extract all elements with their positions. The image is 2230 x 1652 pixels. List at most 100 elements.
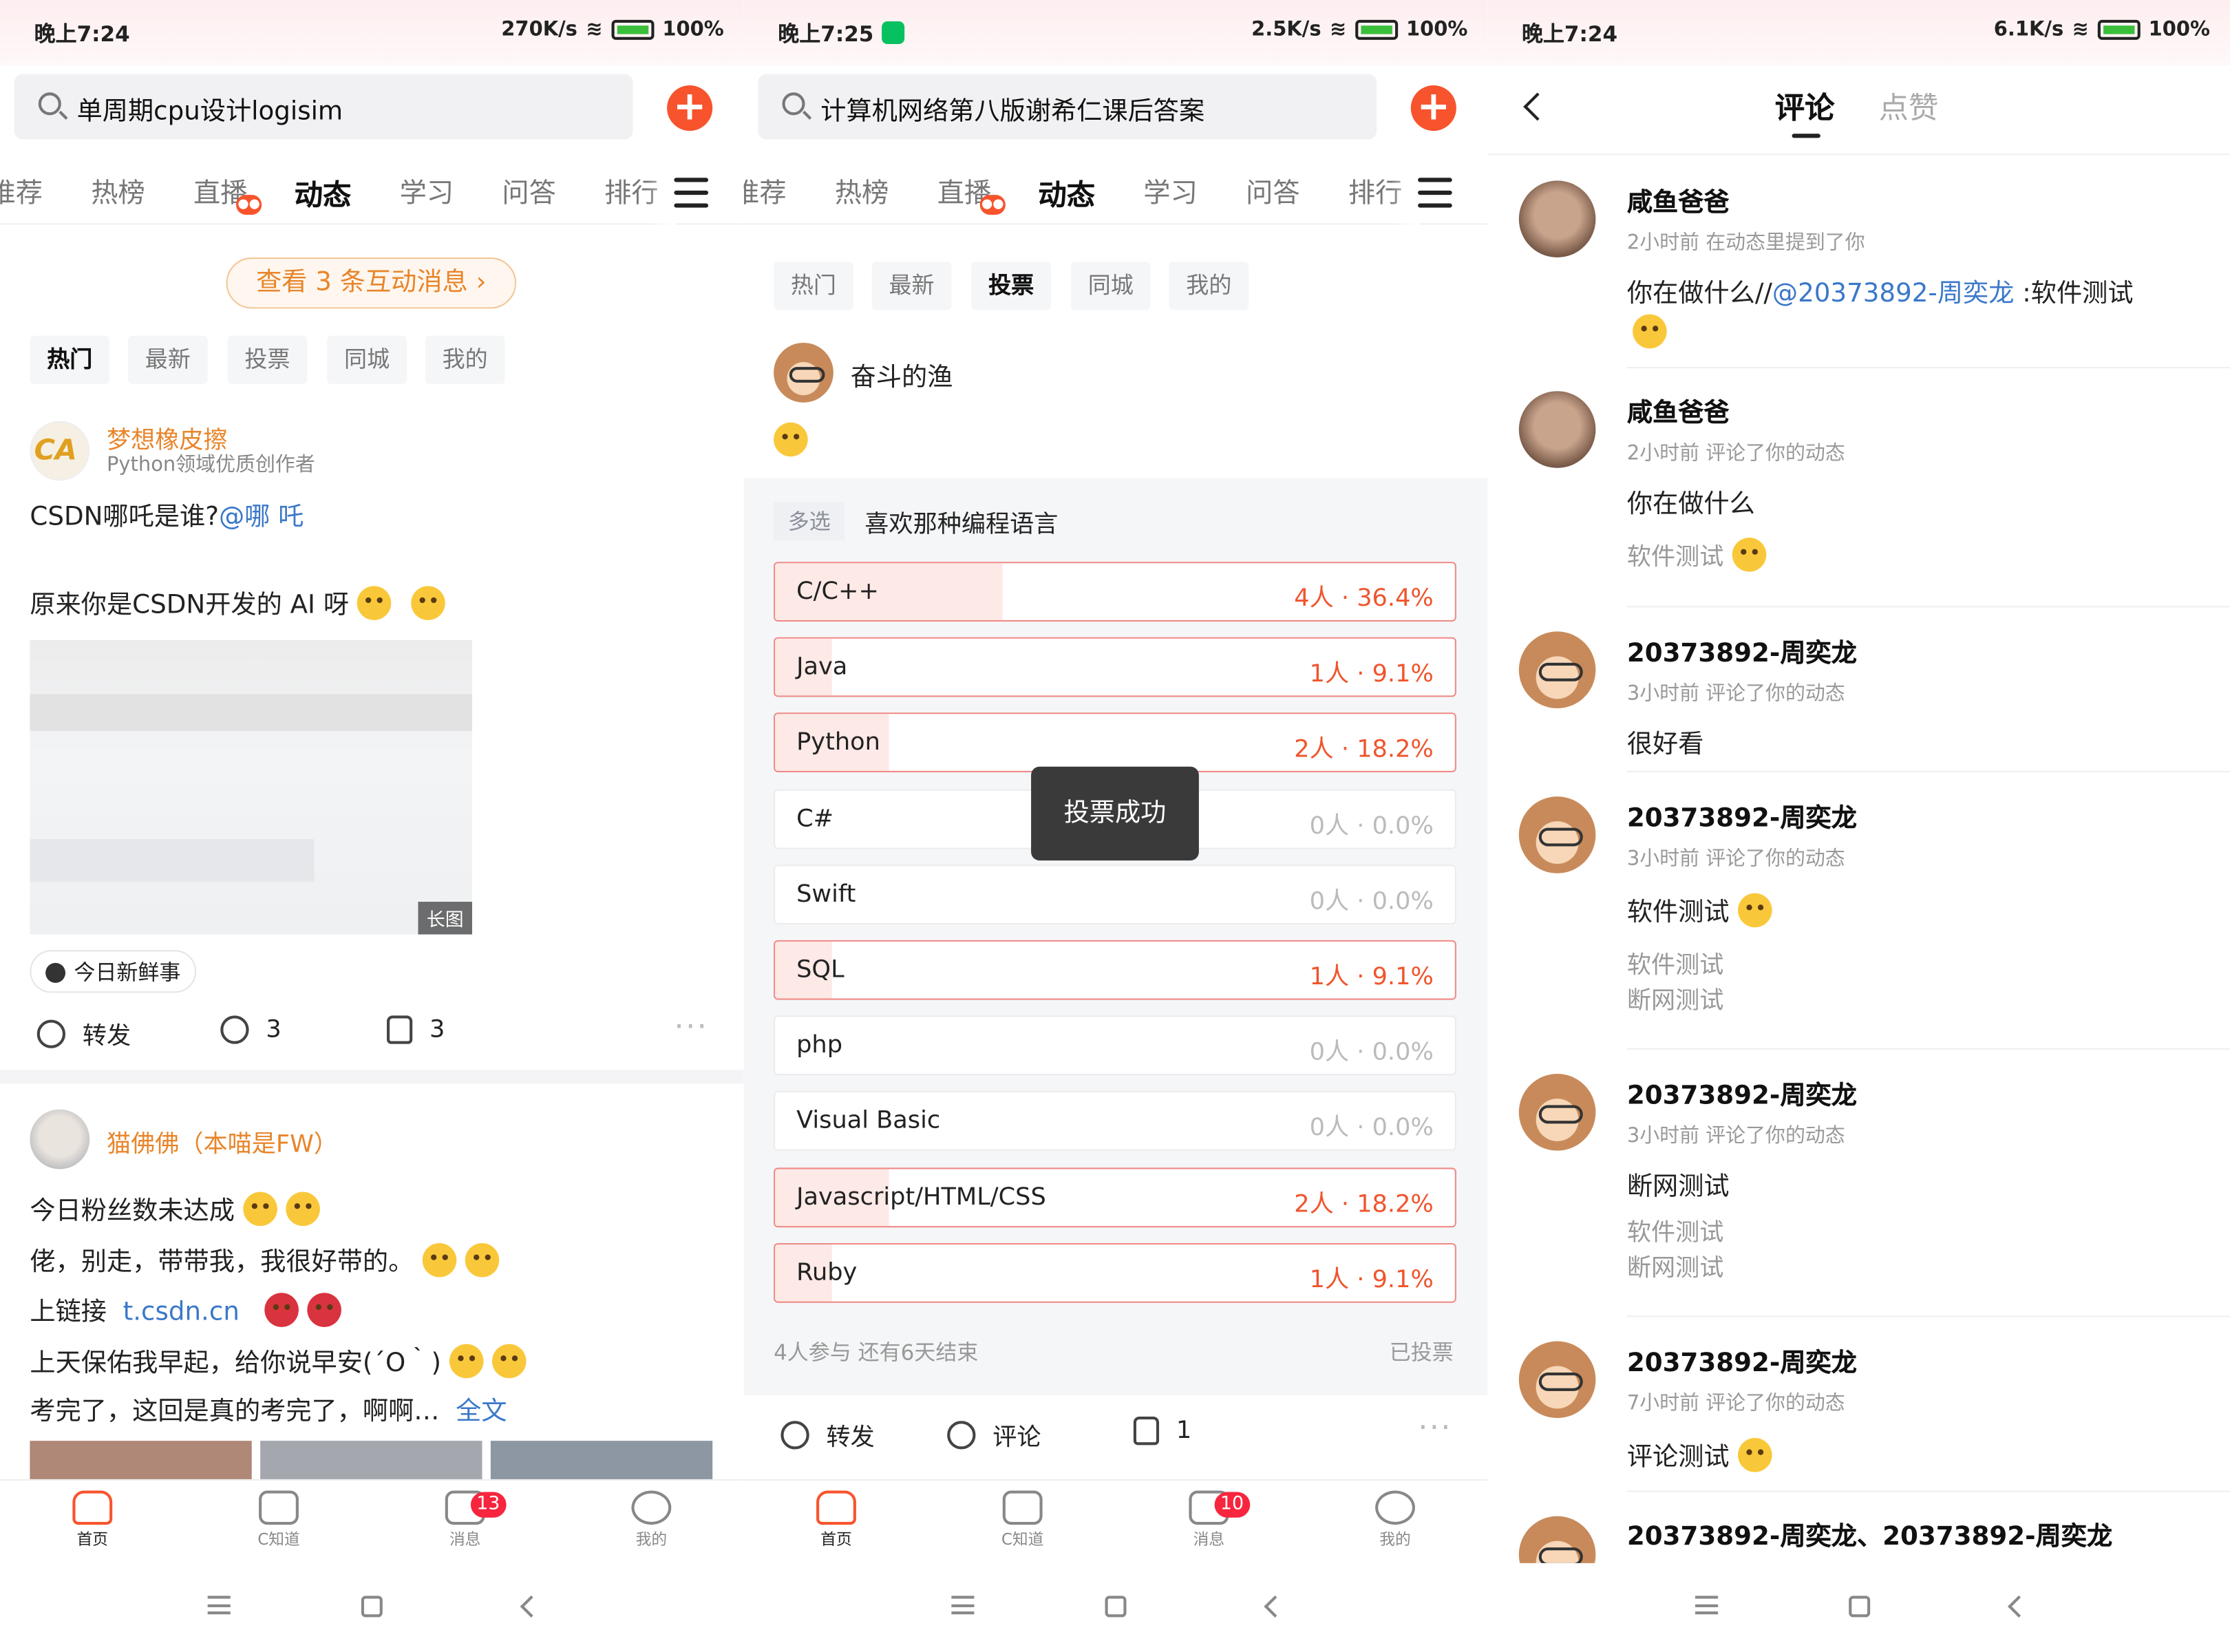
avatar[interactable] <box>1518 631 1596 709</box>
filter-hot[interactable]: 热门 <box>30 335 110 384</box>
create-post-button[interactable]: + <box>1410 85 1456 131</box>
pleading-emoji-icon <box>492 1344 527 1379</box>
tab-dynamic[interactable]: 动态 <box>1038 172 1095 213</box>
poll-option[interactable]: Swift 0人 · 0.0% <box>774 864 1456 924</box>
filter-chips: 热门 最新 投票 同城 我的 <box>30 335 712 384</box>
avatar[interactable] <box>1518 1341 1596 1419</box>
filter-city[interactable]: 同城 <box>1070 262 1151 310</box>
avatar[interactable] <box>1518 796 1596 873</box>
back-nav-icon[interactable] <box>2008 1595 2030 1618</box>
more-icon[interactable]: ··· <box>674 1010 708 1046</box>
avatar[interactable] <box>1518 180 1596 258</box>
view-interactions-button[interactable]: 查看 3 条互动消息 › <box>226 257 517 309</box>
comment-user[interactable]: 20373892-周奕龙 <box>1627 633 1857 670</box>
like-button[interactable]: 1 <box>1133 1417 1191 1446</box>
post-author[interactable]: 猫佛佛（本喵是FW） <box>107 1123 338 1159</box>
poll-option[interactable]: C/C++ 4人 · 36.4% <box>774 562 1456 622</box>
search-input[interactable]: 单周期cpu设计logisim <box>14 74 633 140</box>
read-more-link[interactable]: 全文 <box>456 1397 507 1426</box>
shocked-emoji-icon <box>1732 538 1767 572</box>
avatar[interactable] <box>30 1109 90 1169</box>
filter-vote[interactable]: 投票 <box>971 262 1052 310</box>
tab-messages[interactable]: 消息 10 <box>1152 1486 1266 1550</box>
create-post-button[interactable]: + <box>667 85 713 131</box>
home-nav-icon[interactable] <box>361 1596 383 1618</box>
poll-option[interactable]: Javascript/HTML/CSS 2人 · 18.2% <box>774 1167 1456 1227</box>
thumb-up-icon <box>387 1015 413 1044</box>
home-nav-icon[interactable] <box>1105 1596 1127 1618</box>
back-nav-icon[interactable] <box>1264 1595 1286 1618</box>
comment-user[interactable]: 20373892-周奕龙、20373892-周奕龙 <box>1627 1516 2112 1554</box>
tab-me[interactable]: 我的 <box>1338 1486 1452 1550</box>
comment-body: 断网测试 <box>1626 1172 1730 1203</box>
tab-me[interactable]: 我的 <box>595 1486 708 1550</box>
tab-learn[interactable]: 学习 <box>400 172 454 211</box>
forward-button[interactable]: 转发 <box>780 1417 875 1452</box>
comment-user[interactable]: 咸鱼爸爸 <box>1627 182 1730 219</box>
filter-latest[interactable]: 最新 <box>871 262 952 310</box>
mention-link[interactable]: @哪 吒 <box>219 502 304 531</box>
avatar[interactable] <box>774 342 833 403</box>
tab-qa[interactable]: 问答 <box>1246 172 1300 211</box>
tab-recommend[interactable]: 推荐 <box>0 172 43 211</box>
search-input[interactable]: 计算机网络第八版谢希仁课后答案 <box>758 74 1377 140</box>
tab-learn[interactable]: 学习 <box>1143 172 1198 211</box>
menu-nav-icon[interactable] <box>951 1596 975 1615</box>
poll-option-label: php <box>796 1031 842 1060</box>
back-nav-icon[interactable] <box>520 1595 542 1618</box>
filter-latest[interactable]: 最新 <box>127 335 208 384</box>
poll-option[interactable]: SQL 1人 · 9.1% <box>774 940 1456 1000</box>
short-link[interactable]: t.csdn.cn <box>123 1297 240 1326</box>
comment-button[interactable]: 3 <box>220 1015 282 1044</box>
filter-vote[interactable]: 投票 <box>227 335 308 384</box>
tab-recommend[interactable]: 推荐 <box>744 172 787 211</box>
comment-icon <box>947 1420 976 1449</box>
tab-home[interactable]: 首页 <box>36 1486 149 1550</box>
filter-city[interactable]: 同城 <box>327 335 407 384</box>
poll-option[interactable]: php 0人 · 0.0% <box>774 1015 1456 1076</box>
tab-hot[interactable]: 热榜 <box>91 172 145 211</box>
comment-user[interactable]: 20373892-周奕龙 <box>1627 798 1857 835</box>
feed-panel: 晚上7:24 270K/s ≋ 100% 单周期cpu设计logisim + 推荐 … <box>0 0 744 1651</box>
poll-option[interactable]: Ruby 1人 · 9.1% <box>774 1242 1456 1303</box>
post-images[interactable] <box>30 1441 713 1484</box>
poll-option[interactable]: Visual Basic 0人 · 0.0% <box>774 1091 1456 1152</box>
comment-user[interactable]: 20373892-周奕龙 <box>1627 1343 1857 1380</box>
poll-panel: 晚上7:25 2.5K/s ≋ 100% 计算机网络第八版谢希仁课后答案 + 推荐 … <box>743 0 1488 1651</box>
tab-qa[interactable]: 问答 <box>502 172 556 211</box>
forward-button[interactable]: 转发 <box>36 1015 131 1051</box>
poll-option[interactable]: Python 2人 · 18.2% <box>774 713 1456 773</box>
menu-icon[interactable] <box>1418 178 1452 208</box>
tab-likes[interactable]: 点赞 <box>1879 85 1939 128</box>
tab-dynamic[interactable]: 动态 <box>295 172 352 213</box>
mention-link[interactable]: @20373892-周奕龙 <box>1772 279 2015 308</box>
tab-hot[interactable]: 热榜 <box>835 172 889 211</box>
topic-tag[interactable]: 今日新鲜事 <box>30 950 197 993</box>
more-icon[interactable]: ··· <box>1418 1411 1452 1447</box>
post-author[interactable]: 奋斗的渔 <box>851 357 953 394</box>
filter-mine[interactable]: 我的 <box>1169 262 1249 310</box>
menu-icon[interactable] <box>674 178 709 208</box>
post-image[interactable]: 长图 <box>30 639 473 935</box>
tab-c-zhidao[interactable]: C知道 <box>222 1486 335 1550</box>
comment-button[interactable]: 评论 <box>947 1417 1041 1452</box>
home-nav-icon[interactable] <box>1849 1596 1871 1618</box>
wifi-icon: ≋ <box>586 18 603 41</box>
filter-mine[interactable]: 我的 <box>425 335 505 384</box>
back-icon[interactable] <box>1523 92 1552 121</box>
tab-comments[interactable]: 评论 <box>1775 85 1835 128</box>
menu-nav-icon[interactable] <box>1695 1596 1719 1615</box>
avatar[interactable] <box>1518 391 1596 468</box>
avatar[interactable]: CA <box>30 421 90 481</box>
comment-user[interactable]: 20373892-周奕龙 <box>1627 1075 1857 1112</box>
menu-nav-icon[interactable] <box>207 1596 231 1615</box>
comment-meta: 3小时前 评论了你的动态 <box>1626 1125 1845 1148</box>
tab-home[interactable]: 首页 <box>779 1486 893 1550</box>
tab-messages[interactable]: 消息 13 <box>408 1486 522 1550</box>
avatar[interactable] <box>1518 1074 1596 1151</box>
like-button[interactable]: 3 <box>387 1015 445 1044</box>
filter-hot[interactable]: 热门 <box>774 262 853 310</box>
comment-user[interactable]: 咸鱼爸爸 <box>1627 392 1730 430</box>
poll-option[interactable]: Java 1人 · 9.1% <box>774 637 1456 697</box>
tab-c-zhidao[interactable]: C知道 <box>966 1486 1079 1550</box>
